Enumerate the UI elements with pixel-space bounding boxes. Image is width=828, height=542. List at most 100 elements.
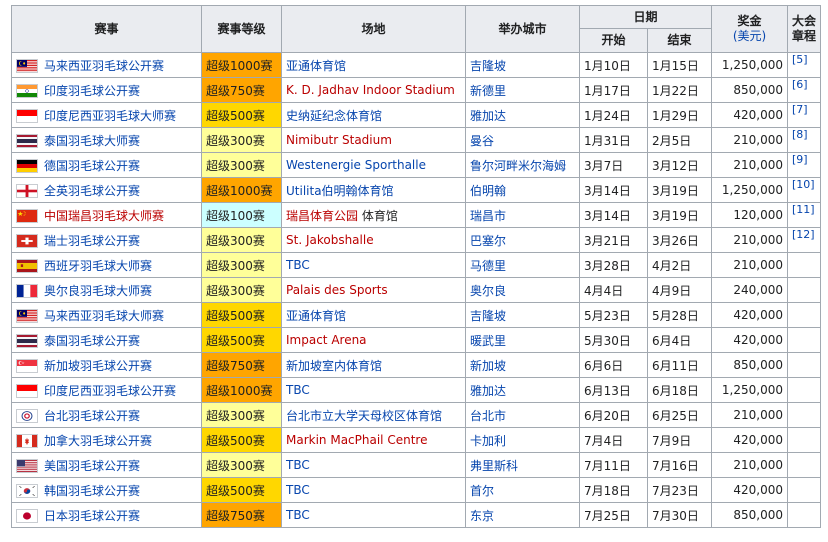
- event-link[interactable]: 泰国羽毛球公开赛: [44, 334, 140, 348]
- switzerland-flag-icon: [16, 233, 38, 248]
- charter-ref-cell: [787, 252, 821, 278]
- venue-link[interactable]: K. D. Jadhav Indoor Stadium: [286, 83, 455, 97]
- city-cell: 曼谷: [465, 127, 580, 153]
- event-link[interactable]: 德国羽毛球公开赛: [44, 159, 140, 173]
- city-cell: 新德里: [465, 77, 580, 103]
- prize-cell: 420,000: [711, 327, 788, 353]
- reference-link[interactable]: [10]: [792, 179, 815, 192]
- venue-link[interactable]: St. Jakobshalle: [286, 233, 374, 247]
- city-link[interactable]: 奥尔良: [470, 284, 506, 298]
- event-link[interactable]: 中国瑞昌羽毛球大师赛: [44, 209, 164, 223]
- start-date-cell: 1月31日: [579, 127, 648, 153]
- event-cell: 西班牙羽毛球大师赛: [11, 252, 202, 278]
- reference-link[interactable]: [8]: [792, 129, 808, 142]
- city-cell: 奥尔良: [465, 277, 580, 303]
- venue-cell: Nimibutr Stadium: [281, 127, 466, 153]
- prize-cell: 1,250,000: [711, 377, 788, 403]
- city-link[interactable]: 新德里: [470, 84, 506, 98]
- reference-link[interactable]: [6]: [792, 79, 808, 92]
- venue-link[interactable]: Utilita伯明翰体育馆: [286, 184, 394, 198]
- table-row: 印度尼西亚羽毛球大师赛 超级500赛 史纳延纪念体育馆 雅加达 1月24日 1月29日 42…: [11, 102, 821, 128]
- venue-link[interactable]: 亚通体育馆: [286, 309, 346, 323]
- end-date-cell: 3月26日: [647, 227, 712, 253]
- event-link[interactable]: 马来西亚羽毛球公开赛: [44, 59, 164, 73]
- event-link[interactable]: 瑞士羽毛球公开赛: [44, 234, 140, 248]
- venue-link[interactable]: TBC: [286, 458, 310, 472]
- event-link[interactable]: 日本羽毛球公开赛: [44, 509, 140, 523]
- event-cell: 加拿大羽毛球公开赛: [11, 427, 202, 453]
- venue-link[interactable]: 亚通体育馆: [286, 59, 346, 73]
- level-cell: 超级300赛: [201, 127, 282, 153]
- event-cell: 日本羽毛球公开赛: [11, 502, 202, 528]
- charter-ref-cell: [787, 452, 821, 478]
- venue-link[interactable]: TBC: [286, 508, 310, 522]
- indonesia-flag-icon: [16, 383, 38, 398]
- venue-link[interactable]: TBC: [286, 383, 310, 397]
- venue-link[interactable]: 新加坡室内体育馆: [286, 359, 382, 373]
- event-link[interactable]: 新加坡羽毛球公开赛: [44, 359, 152, 373]
- venue-link[interactable]: Palais des Sports: [286, 283, 388, 297]
- city-link[interactable]: 鲁尔河畔米尔海姆: [470, 159, 566, 173]
- event-link[interactable]: 奥尔良羽毛球大师赛: [44, 284, 152, 298]
- event-link[interactable]: 马来西亚羽毛球大师赛: [44, 309, 164, 323]
- end-date-cell: 3月19日: [647, 177, 712, 203]
- end-date-cell: 5月28日: [647, 302, 712, 328]
- prize-cell: 1,250,000: [711, 177, 788, 203]
- england-flag-icon: [16, 183, 38, 198]
- end-date-cell: 1月29日: [647, 102, 712, 128]
- venue-link[interactable]: 台北市立大学天母校区体育馆: [286, 409, 442, 423]
- event-link[interactable]: 加拿大羽毛球公开赛: [44, 434, 152, 448]
- venue-link[interactable]: 瑞昌体育公园: [286, 209, 358, 223]
- city-link[interactable]: 伯明翰: [470, 184, 506, 198]
- event-link[interactable]: 印度尼西亚羽毛球大师赛: [44, 109, 176, 123]
- reference-link[interactable]: [9]: [792, 154, 808, 167]
- venue-cell: Utilita伯明翰体育馆: [281, 177, 466, 203]
- city-link[interactable]: 卡加利: [470, 434, 506, 448]
- city-link[interactable]: 瑞昌市: [470, 209, 506, 223]
- city-link[interactable]: 弗里斯科: [470, 459, 518, 473]
- venue-link[interactable]: Markin MacPhail Centre: [286, 433, 427, 447]
- start-date-cell: 6月6日: [579, 352, 648, 378]
- prize-cell: 1,250,000: [711, 52, 788, 78]
- city-link[interactable]: 吉隆坡: [470, 59, 506, 73]
- city-link[interactable]: 吉隆坡: [470, 309, 506, 323]
- reference-link[interactable]: [7]: [792, 104, 808, 117]
- event-cell: 中国瑞昌羽毛球大师赛: [11, 202, 202, 228]
- event-link[interactable]: 全英羽毛球公开赛: [44, 184, 140, 198]
- city-link[interactable]: 新加坡: [470, 359, 506, 373]
- city-link[interactable]: 巴塞尔: [470, 234, 506, 248]
- venue-link[interactable]: Impact Arena: [286, 333, 367, 347]
- city-link[interactable]: 雅加达: [470, 109, 506, 123]
- event-link[interactable]: 印度羽毛球公开赛: [44, 84, 140, 98]
- event-link[interactable]: 西班牙羽毛球大师赛: [44, 259, 152, 273]
- venue-link[interactable]: Westenergie Sporthalle: [286, 158, 426, 172]
- city-link[interactable]: 首尔: [470, 484, 494, 498]
- venue-link[interactable]: TBC: [286, 483, 310, 497]
- table-row: 马来西亚羽毛球大师赛 超级500赛 亚通体育馆 吉隆坡 5月23日 5月28日 420,00…: [11, 302, 821, 328]
- reference-link[interactable]: [11]: [792, 204, 815, 217]
- event-link[interactable]: 泰国羽毛球大师赛: [44, 134, 140, 148]
- event-link[interactable]: 台北羽毛球公开赛: [44, 409, 140, 423]
- venue-link[interactable]: TBC: [286, 258, 310, 272]
- city-link[interactable]: 暖武里: [470, 334, 506, 348]
- event-cell: 美国羽毛球公开赛: [11, 452, 202, 478]
- event-cell: 马来西亚羽毛球公开赛: [11, 52, 202, 78]
- prize-cell: 210,000: [711, 227, 788, 253]
- prize-cell: 210,000: [711, 252, 788, 278]
- usd-link[interactable]: (美元): [733, 29, 766, 43]
- city-link[interactable]: 东京: [470, 509, 494, 523]
- event-link[interactable]: 韩国羽毛球公开赛: [44, 484, 140, 498]
- header-prize: 奖金 (美元): [711, 5, 788, 53]
- event-link[interactable]: 印度尼西亚羽毛球公开赛: [44, 384, 176, 398]
- city-link[interactable]: 台北市: [470, 409, 506, 423]
- reference-link[interactable]: [5]: [792, 54, 808, 67]
- city-link[interactable]: 马德里: [470, 259, 506, 273]
- city-link[interactable]: 曼谷: [470, 134, 494, 148]
- venue-link[interactable]: 史纳延纪念体育馆: [286, 109, 382, 123]
- event-link[interactable]: 美国羽毛球公开赛: [44, 459, 140, 473]
- reference-link[interactable]: [12]: [792, 229, 815, 242]
- venue-extra-text: 体育馆: [358, 208, 398, 223]
- charter-ref-cell: [787, 352, 821, 378]
- venue-link[interactable]: Nimibutr Stadium: [286, 133, 392, 147]
- city-link[interactable]: 雅加达: [470, 384, 506, 398]
